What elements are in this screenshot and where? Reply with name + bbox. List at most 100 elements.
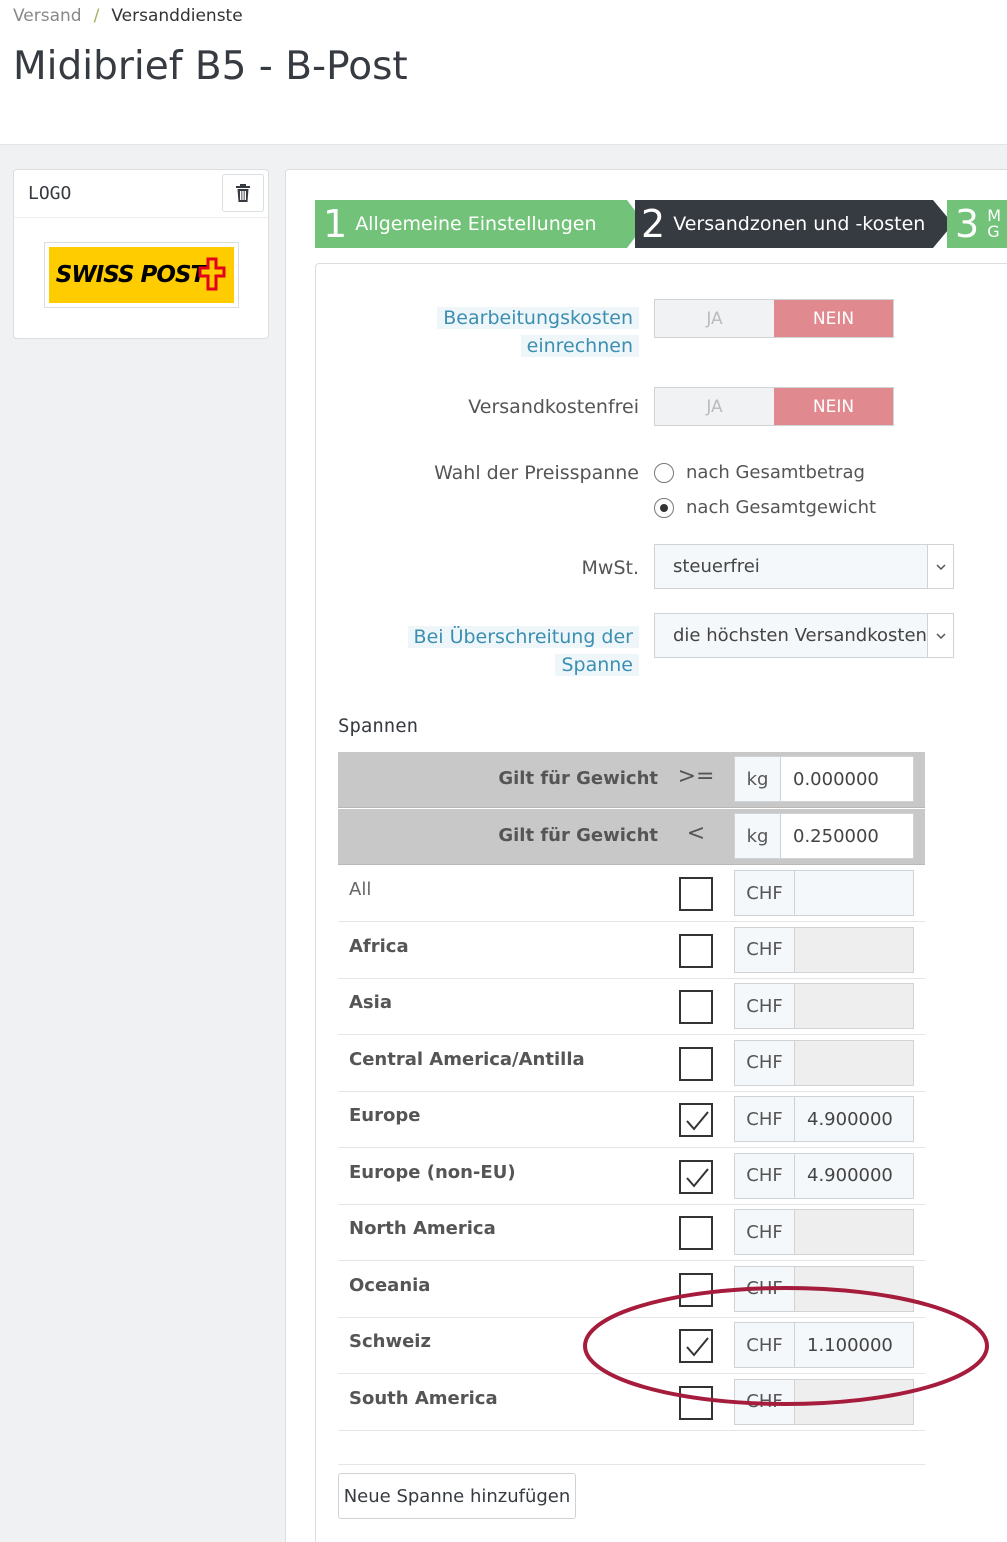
radio-label: nach Gesamtgewicht <box>686 497 877 518</box>
currency-addon: CHF <box>735 984 795 1028</box>
zone-checkbox[interactable] <box>679 990 713 1024</box>
zone-row: North America CHF <box>338 1204 925 1261</box>
zone-price-input[interactable] <box>795 1040 913 1085</box>
zone-row: Europe CHF 4.900000 <box>338 1091 925 1148</box>
currency-addon: CHF <box>735 927 795 972</box>
radio-button-selected[interactable] <box>654 497 674 518</box>
step-label: Allgemeine Einstellungen <box>355 213 597 235</box>
checkmark-icon <box>686 1111 709 1131</box>
page-title: Midibrief B5 - B-Post <box>13 44 408 89</box>
range-exceeded-label-line2: Spanne <box>555 654 639 676</box>
step-label-2: G <box>987 222 1000 241</box>
tax-label: MwSt. <box>581 557 639 579</box>
currency-addon: CHF <box>735 1153 795 1198</box>
zone-price-input[interactable]: 4.900000 <box>795 1153 913 1198</box>
free-shipping-toggle[interactable]: JA NEIN <box>654 387 894 426</box>
step-number: 2 <box>641 202 666 246</box>
step-number: 3 <box>955 202 980 246</box>
range-operator: < <box>686 821 706 846</box>
zone-price-input-group: CHF <box>734 1039 914 1086</box>
zone-name: North America <box>349 1218 496 1239</box>
zone-name: Europe (non-EU) <box>349 1161 516 1183</box>
zone-checkbox[interactable] <box>679 933 713 968</box>
range-label: Gilt für Gewicht <box>498 768 658 789</box>
zone-row: Africa CHF <box>338 922 925 979</box>
logo-image-frame: SWISS POST <box>44 242 239 308</box>
zone-checkbox[interactable] <box>679 1046 713 1081</box>
zone-price-input[interactable] <box>795 984 913 1028</box>
zone-row: Europe (non-EU) CHF 4.900000 <box>338 1148 925 1205</box>
handling-costs-label-line1: Bearbeitungskosten <box>437 307 639 329</box>
add-range-button[interactable]: Neue Spanne hinzufügen <box>338 1473 576 1519</box>
zone-price-input-group: CHF <box>734 1209 914 1255</box>
zone-checkbox[interactable] <box>679 1216 713 1250</box>
zone-price-input[interactable] <box>795 1210 913 1254</box>
checkmark-icon <box>686 1167 709 1188</box>
step-shipping-zones[interactable]: 2 Versandzonen und -kosten <box>635 200 953 248</box>
currency-addon: CHF <box>735 1040 795 1085</box>
radio-button[interactable] <box>654 462 674 483</box>
range-label: Gilt für Gewicht <box>498 825 658 846</box>
handling-costs-toggle[interactable]: JA NEIN <box>654 299 894 338</box>
range-operator: >= <box>677 764 715 789</box>
zone-price-input-group: CHF <box>734 926 914 973</box>
logo-text: SWISS POST <box>55 262 206 288</box>
zone-name: Europe <box>349 1105 421 1126</box>
handling-costs-no[interactable]: NEIN <box>774 300 893 337</box>
unit-addon: kg <box>735 757 781 801</box>
range-exceeded-select-value: die höchsten Versandkosten a <box>673 625 929 646</box>
zone-checkbox-checked[interactable] <box>679 1159 713 1194</box>
trash-icon <box>236 184 250 202</box>
section-divider <box>338 1464 925 1465</box>
radio-label: nach Gesamtbetrag <box>686 462 865 483</box>
breadcrumb-parent[interactable]: Versand <box>13 6 82 26</box>
zone-row: Central America/Antilla CHF <box>338 1035 925 1092</box>
range-from-input[interactable]: 0.000000 <box>781 757 913 801</box>
logo-panel-title: LOGO <box>28 183 72 204</box>
swiss-post-logo: SWISS POST <box>49 247 234 303</box>
currency-addon: CHF <box>735 1210 795 1254</box>
free-shipping-yes[interactable]: JA <box>655 388 774 425</box>
chevron-down-icon <box>927 614 953 657</box>
zone-name: Africa <box>349 935 409 957</box>
zone-price-input-group: CHF 4.900000 <box>734 1152 914 1199</box>
zone-checkbox-checked[interactable] <box>679 1103 713 1137</box>
step-label: Versandzonen und -kosten <box>673 213 926 235</box>
step-next[interactable]: 3 M G <box>947 200 1007 248</box>
zone-price-input-group: CHF 4.900000 <box>734 1096 914 1142</box>
zone-price-input[interactable]: 4.900000 <box>795 1097 913 1141</box>
delete-logo-button[interactable] <box>222 174 264 212</box>
tax-select-value: steuerfrei <box>673 556 760 577</box>
range-row-to: Gilt für Gewicht < kg 0.250000 <box>338 809 925 865</box>
zone-checkbox[interactable] <box>679 877 713 911</box>
unit-addon: kg <box>735 814 781 858</box>
breadcrumb-current: Versanddienste <box>111 6 243 26</box>
logo-panel: LOGO SWISS POST <box>13 169 269 339</box>
page-header: Versand / Versanddienste Midibrief B5 - B-… <box>0 0 1007 145</box>
range-exceeded-label-line1: Bei Überschreitung der <box>407 626 639 648</box>
radio-total-weight[interactable]: nach Gesamtgewicht <box>654 497 876 518</box>
ranges-section-title: Spannen <box>338 715 419 737</box>
step-number: 1 <box>323 202 348 246</box>
handling-costs-yes[interactable]: JA <box>655 300 774 337</box>
zone-row: Asia CHF <box>338 978 925 1035</box>
highlight-annotation-ellipse <box>583 1286 989 1406</box>
breadcrumb: Versand / Versanddienste <box>13 6 243 26</box>
zone-price-input[interactable] <box>795 927 913 972</box>
wizard-steps: 1 Allgemeine Einstellungen 2 Versandzone… <box>315 200 1007 248</box>
free-shipping-no[interactable]: NEIN <box>774 388 893 425</box>
step-general-settings[interactable]: 1 Allgemeine Einstellungen <box>315 200 645 248</box>
zone-name: Asia <box>349 992 392 1013</box>
chevron-down-icon <box>927 545 953 588</box>
tax-select[interactable]: steuerfrei <box>654 544 954 589</box>
zone-name: South America <box>349 1387 498 1409</box>
zone-name: Central America/Antilla <box>349 1048 585 1070</box>
range-exceeded-select[interactable]: die höchsten Versandkosten a <box>654 613 954 658</box>
range-to-input[interactable]: 0.250000 <box>781 814 913 858</box>
price-range-label: Wahl der Preisspanne <box>434 462 639 484</box>
currency-addon: CHF <box>735 1097 795 1141</box>
range-row-from: Gilt für Gewicht >= kg 0.000000 <box>338 752 925 808</box>
zone-name: Schweiz <box>349 1331 431 1352</box>
radio-total-amount[interactable]: nach Gesamtbetrag <box>654 462 865 483</box>
zone-price-input[interactable] <box>795 871 913 915</box>
